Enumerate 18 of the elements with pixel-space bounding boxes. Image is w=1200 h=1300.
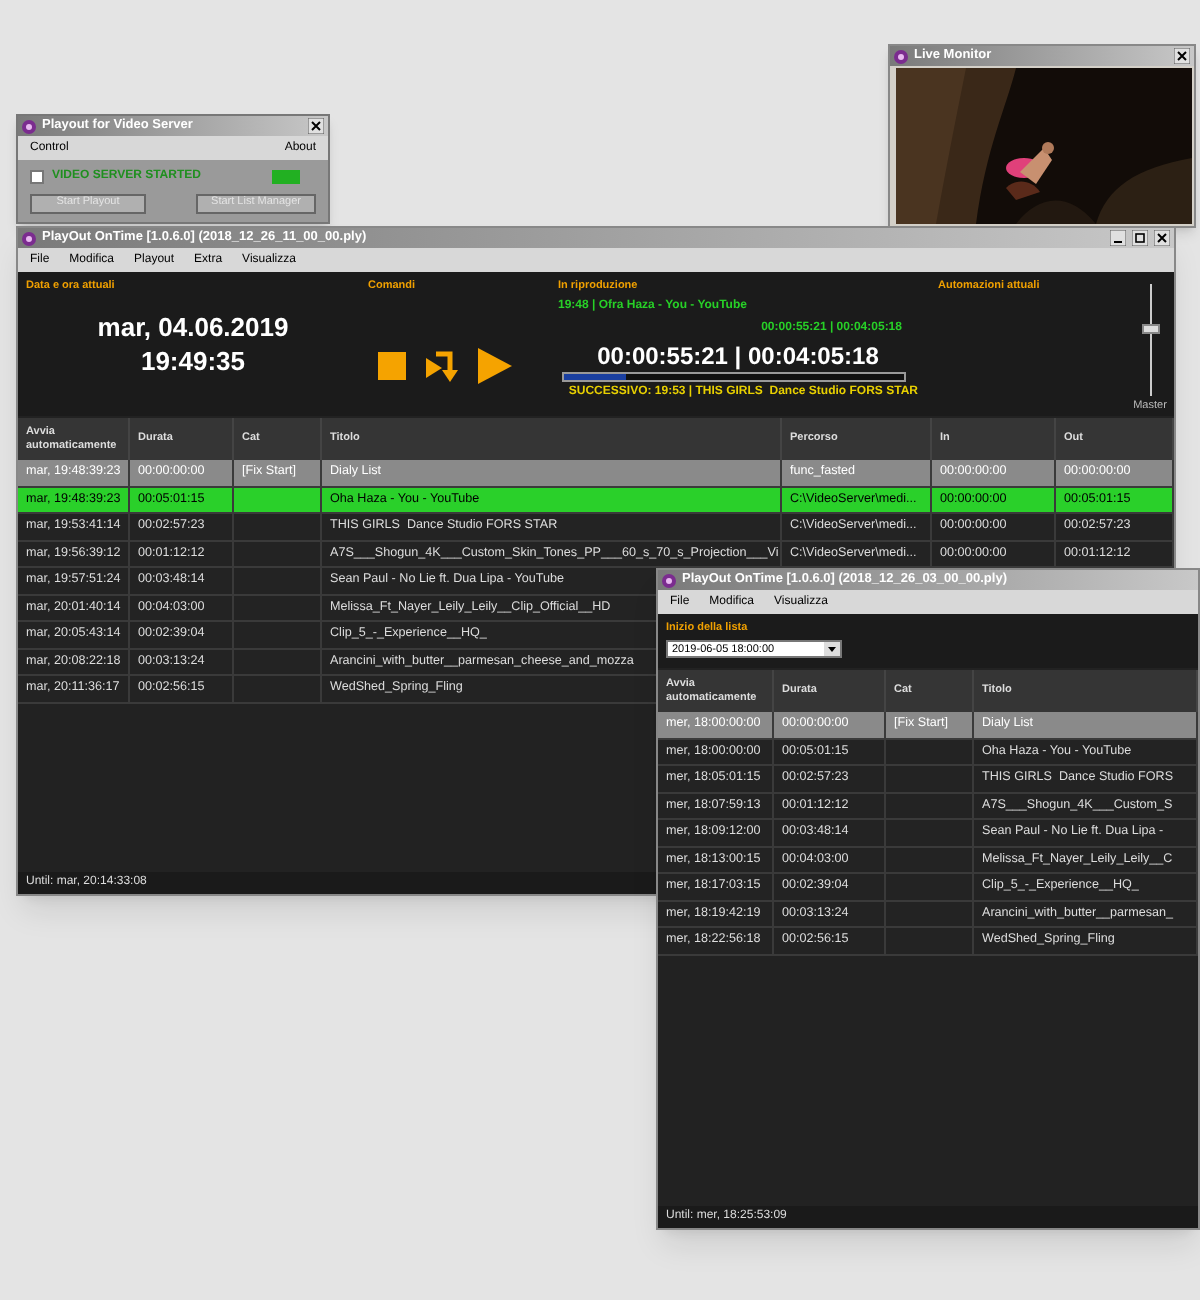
close-icon[interactable] bbox=[308, 118, 324, 134]
play-icon[interactable] bbox=[478, 348, 512, 385]
close-icon[interactable] bbox=[1154, 230, 1170, 246]
current-date: mar, 04.06.2019 bbox=[97, 312, 289, 345]
elapsed-time: 00:00:55:21 | 00:04:05:18 bbox=[597, 342, 879, 373]
skip-icon[interactable] bbox=[426, 350, 458, 383]
dropdown-arrow-icon bbox=[824, 642, 840, 657]
app-icon[interactable] bbox=[662, 573, 676, 587]
app-icon[interactable] bbox=[22, 231, 36, 245]
current-time: 19:49:35 bbox=[140, 345, 246, 378]
minimize-icon[interactable] bbox=[1110, 230, 1126, 246]
stop-icon[interactable] bbox=[378, 352, 406, 381]
app-icon[interactable] bbox=[22, 119, 36, 133]
close-icon[interactable] bbox=[1174, 48, 1190, 64]
master-slider[interactable] bbox=[1141, 284, 1159, 396]
app-icon[interactable] bbox=[894, 49, 908, 63]
checkbox[interactable] bbox=[30, 170, 44, 184]
maximize-icon[interactable] bbox=[1132, 230, 1148, 246]
